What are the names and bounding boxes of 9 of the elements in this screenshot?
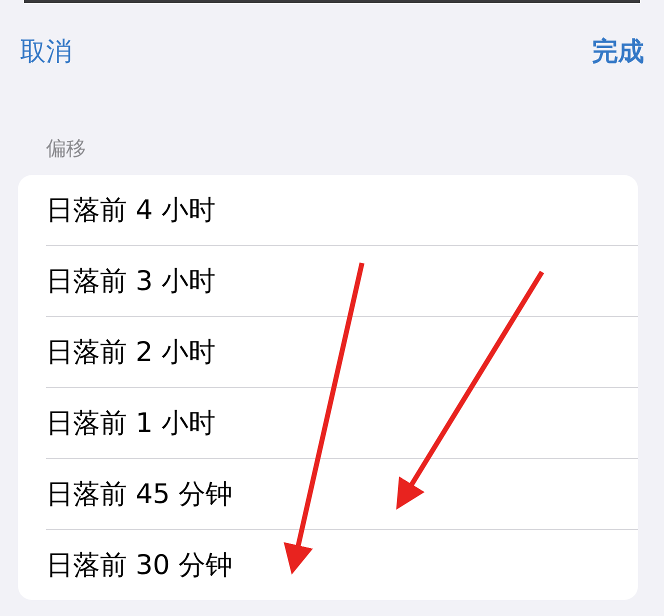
section-header: 偏移 <box>46 135 87 162</box>
offset-option[interactable]: 日落前 4 小时 <box>46 192 216 228</box>
offset-option[interactable]: 日落前 45 分钟 <box>46 476 233 512</box>
done-button[interactable]: 完成 <box>592 34 644 69</box>
offset-option[interactable]: 日落前 1 小时 <box>46 405 216 441</box>
cancel-button[interactable]: 取消 <box>20 34 72 69</box>
offset-option[interactable]: 日落前 2 小时 <box>46 334 216 370</box>
offset-option[interactable]: 日落前 3 小时 <box>46 263 216 299</box>
offset-option[interactable]: 日落前 30 分钟 <box>46 547 233 583</box>
